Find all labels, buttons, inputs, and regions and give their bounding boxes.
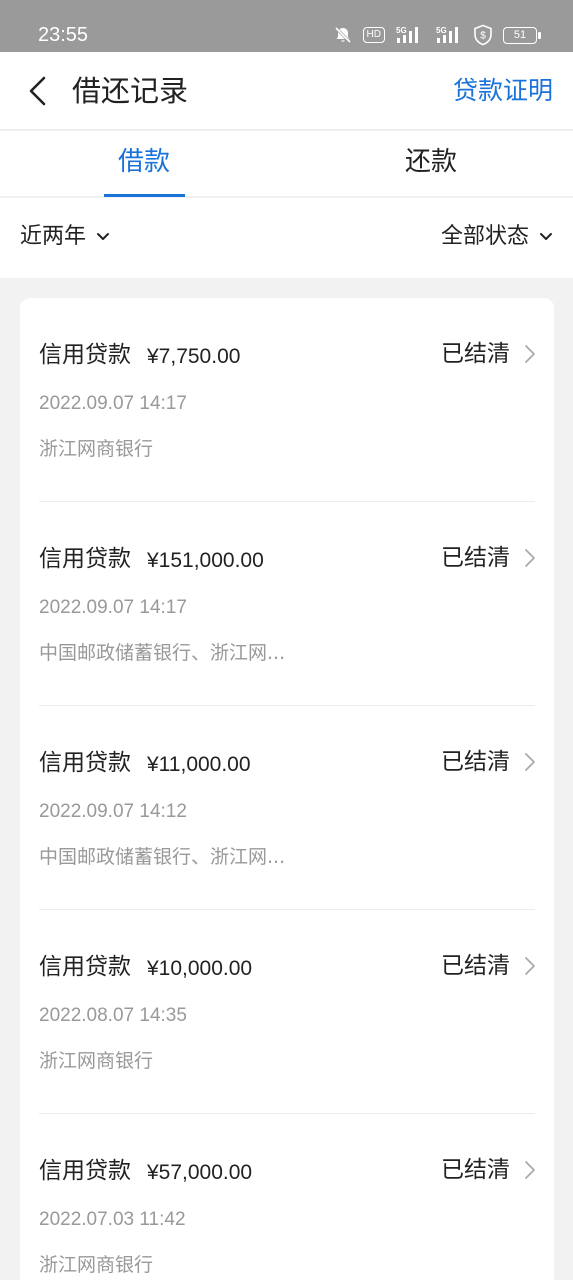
status-bar: 23:55 HD 5G 5G $ 51 [0, 0, 573, 52]
status-icons: HD 5G 5G $ 51 [333, 22, 541, 48]
loan-time: 2022.09.07 14:17 [39, 597, 187, 618]
chevron-right-icon [522, 1160, 538, 1180]
loan-status: 已结清 [441, 953, 510, 979]
loan-bank: 中国邮政储蓄银行、浙江网... [39, 846, 286, 868]
chevron-right-icon [522, 344, 538, 364]
loan-amount: ¥57,000.00 [147, 1161, 253, 1184]
tab-repay[interactable]: 还款 [331, 131, 531, 197]
tab-bar: 借款 还款 [0, 131, 573, 197]
filter-bar: 近两年 全部状态 [0, 198, 573, 278]
bell-off-icon [333, 25, 353, 45]
chevron-right-icon [522, 548, 538, 568]
status-filter-label: 全部状态 [440, 224, 529, 249]
loan-time: 2022.09.07 14:17 [39, 393, 187, 414]
list-item[interactable]: 信用贷款 ¥151,000.00 已结清 2022.09.07 14:17 中国… [20, 502, 554, 706]
list-item[interactable]: 信用贷款 ¥10,000.00 已结清 2022.08.07 14:35 浙江网… [20, 910, 554, 1114]
loan-status: 已结清 [441, 545, 510, 571]
list-item[interactable]: 信用贷款 ¥7,750.00 已结清 2022.09.07 14:17 浙江网商… [20, 298, 554, 502]
loan-bank: 浙江网商银行 [39, 1050, 154, 1072]
loan-status: 已结清 [441, 1157, 510, 1183]
list-item[interactable]: 信用贷款 ¥57,000.00 已结清 2022.07.03 11:42 浙江网… [20, 1114, 554, 1280]
loan-amount: ¥151,000.00 [147, 549, 264, 572]
signal-5g-icon: 5G [435, 25, 463, 45]
battery-icon: 51 [503, 26, 541, 44]
status-filter[interactable]: 全部状态 [441, 220, 553, 254]
period-filter-label: 近两年 [20, 224, 87, 249]
loan-type: 信用贷款 [39, 954, 131, 980]
loan-amount: ¥11,000.00 [147, 753, 251, 776]
loan-amount: ¥7,750.00 [147, 345, 241, 368]
loan-bank: 浙江网商银行 [39, 438, 154, 460]
loan-certificate-link[interactable]: 贷款证明 [453, 73, 553, 109]
loan-type: 信用贷款 [39, 342, 131, 368]
svg-text:5G: 5G [436, 26, 447, 35]
svg-text:5G: 5G [396, 26, 407, 35]
loan-type: 信用贷款 [39, 546, 131, 572]
loan-time: 2022.07.03 11:42 [39, 1209, 186, 1230]
chevron-right-icon [522, 956, 538, 976]
loan-type: 信用贷款 [39, 750, 131, 776]
loan-time: 2022.08.07 14:35 [39, 1005, 187, 1026]
loan-bank: 浙江网商银行 [39, 1254, 154, 1276]
hd-icon: HD [362, 27, 385, 43]
back-arrow-icon[interactable] [20, 72, 54, 110]
tab-borrow[interactable]: 借款 [44, 131, 244, 197]
signal-5g-icon: 5G [395, 25, 425, 45]
chevron-down-icon [96, 232, 110, 242]
shield-icon: $ [473, 24, 493, 46]
loan-bank: 中国邮政储蓄银行、浙江网... [39, 642, 286, 664]
loan-time: 2022.09.07 14:12 [39, 801, 187, 822]
list-item[interactable]: 信用贷款 ¥11,000.00 已结清 2022.09.07 14:12 中国邮… [20, 706, 554, 910]
loan-amount: ¥10,000.00 [147, 957, 253, 980]
loan-status: 已结清 [441, 341, 510, 367]
period-filter[interactable]: 近两年 [20, 220, 110, 254]
chevron-right-icon [522, 752, 538, 772]
active-tab-indicator [104, 194, 185, 197]
svg-text:$: $ [480, 31, 486, 42]
chevron-down-icon [539, 232, 553, 242]
loan-type: 信用贷款 [39, 1158, 131, 1184]
loan-status: 已结清 [441, 749, 510, 775]
status-time: 23:55 [38, 24, 89, 46]
loan-records-list: 信用贷款 ¥7,750.00 已结清 2022.09.07 14:17 浙江网商… [20, 298, 554, 1280]
nav-bar: 借还记录 贷款证明 [0, 52, 573, 130]
page-title: 借还记录 [72, 74, 189, 108]
